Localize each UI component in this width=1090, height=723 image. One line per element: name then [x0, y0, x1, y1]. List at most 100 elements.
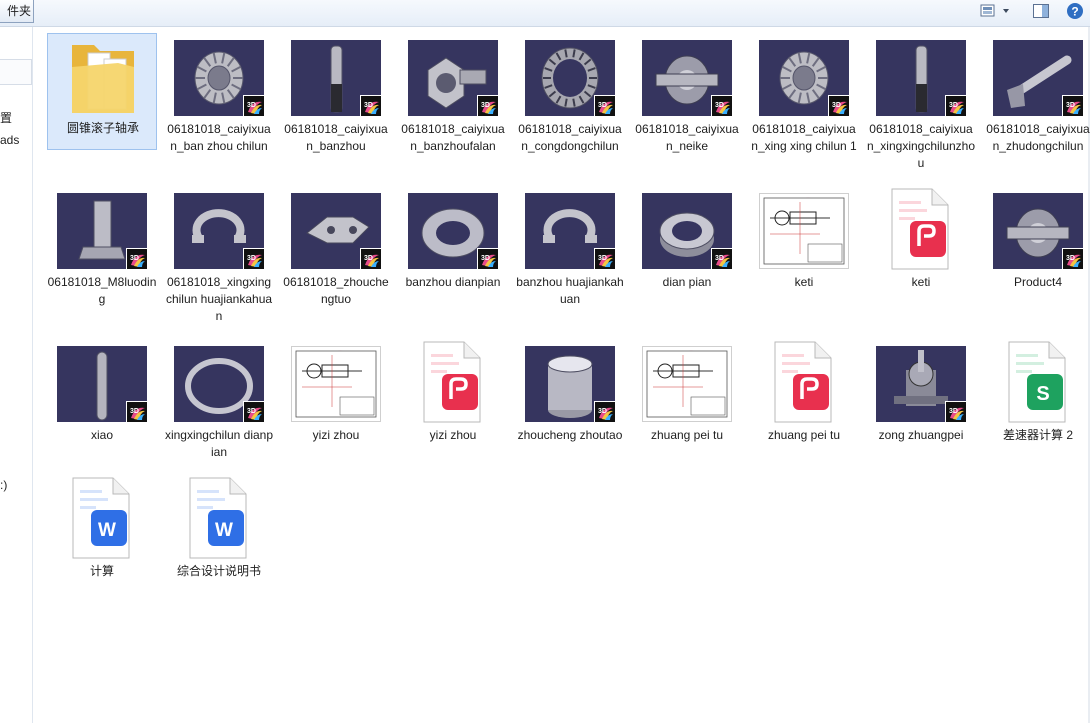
svg-text:3D: 3D	[715, 102, 724, 109]
svg-text:3D: 3D	[832, 102, 841, 109]
file-name-label: zhuang pei tu	[650, 428, 724, 442]
file-name-label: 06181018_caiyixuan_banzhoufalan	[401, 122, 505, 153]
pdf-file-icon	[876, 188, 966, 270]
new-folder-button[interactable]: 件夹	[0, 0, 34, 23]
cad-part-thumbnail: 3D	[993, 193, 1083, 269]
file-item[interactable]: W 计算	[47, 477, 157, 617]
nav-item-downloads[interactable]: ads	[0, 133, 19, 147]
file-item[interactable]: yizi zhou	[398, 341, 508, 481]
catia-badge-icon: 3D	[243, 401, 264, 422]
file-item[interactable]: 3D banzhou huajiankahuan	[515, 188, 625, 328]
file-name-label: 06181018_caiyixuan_neike	[635, 122, 739, 153]
cad-part-thumbnail: 3D	[174, 193, 264, 269]
file-item[interactable]: 3D banzhou dianpian	[398, 188, 508, 328]
view-options-icon	[979, 3, 1013, 22]
file-item[interactable]: 3D dian pian	[632, 188, 742, 328]
file-name-label: yizi zhou	[429, 428, 477, 442]
file-name-label: 06181018_zhouchengtuo	[283, 275, 389, 306]
file-item[interactable]: 3D zhuang pei tu	[632, 341, 742, 481]
cad-part-thumbnail: 3D	[642, 193, 732, 269]
file-item[interactable]: 3D 06181018_M8luoding	[47, 188, 157, 328]
file-name-label: dian pian	[662, 275, 712, 289]
catia-badge-icon: 3D	[711, 248, 732, 269]
nav-section-divider	[0, 59, 32, 85]
catia-badge-icon: 3D	[1062, 248, 1083, 269]
nav-item-settings[interactable]: 置	[0, 109, 12, 126]
nav-item-drive[interactable]: :)	[0, 478, 7, 492]
file-name-label: Product4	[1013, 275, 1063, 289]
cad-drawing-thumbnail: 3D	[642, 346, 732, 422]
file-name-label: keti	[911, 275, 931, 289]
cad-drawing-thumbnail: 3D	[291, 346, 381, 422]
pdf-file-icon	[408, 341, 498, 423]
file-name-label: zong zhuangpei	[878, 428, 964, 442]
file-item[interactable]: W 综合设计说明书	[164, 477, 274, 617]
cad-part-thumbnail: 3D	[876, 40, 966, 116]
file-item[interactable]: 3D 06181018_caiyixuan_ban zhou chilun	[164, 35, 274, 175]
svg-text:3D: 3D	[1066, 255, 1075, 262]
pdf-file-icon	[759, 341, 849, 423]
file-name-label: 计算	[89, 564, 114, 578]
file-item[interactable]: 3D 06181018_xingxingchilun huajiankahuan	[164, 188, 274, 328]
file-name-label: 圆锥滚子轴承	[66, 121, 139, 135]
svg-text:3D: 3D	[598, 255, 607, 262]
preview-pane-icon	[1032, 3, 1050, 22]
cad-part-thumbnail: 3D	[408, 40, 498, 116]
file-item[interactable]: 3D 06181018_caiyixuan_xing xing chilun 1	[749, 35, 859, 175]
file-item[interactable]: 3D xingxingchilun dianpian	[164, 341, 274, 481]
cad-part-thumbnail: 3D	[525, 193, 615, 269]
cad-part-thumbnail: 3D	[291, 40, 381, 116]
file-name-label: 06181018_caiyixuan_ban zhou chilun	[167, 122, 271, 153]
cad-part-thumbnail: 3D	[174, 346, 264, 422]
svg-text:3D: 3D	[364, 255, 373, 262]
file-item[interactable]: 3D 06181018_caiyixuan_congdongchilun	[515, 35, 625, 175]
cad-part-thumbnail: 3D	[642, 40, 732, 116]
catia-badge-icon: 3D	[477, 95, 498, 116]
file-item[interactable]: 3D 06181018_caiyixuan_banzhou	[281, 35, 391, 175]
file-name-label: yizi zhou	[312, 428, 360, 442]
file-item[interactable]: 3D yizi zhou	[281, 341, 391, 481]
catia-badge-icon: 3D	[360, 95, 381, 116]
folder-item[interactable]: 圆锥滚子轴承	[47, 33, 157, 150]
svg-text:3D: 3D	[949, 102, 958, 109]
cad-part-thumbnail: 3D	[525, 346, 615, 422]
file-item[interactable]: 3D 06181018_caiyixuan_banzhoufalan	[398, 35, 508, 175]
file-item[interactable]: keti	[866, 188, 976, 328]
file-item[interactable]: 3D 06181018_caiyixuan_zhudongchilun	[983, 35, 1090, 175]
folder-icon	[58, 39, 148, 115]
catia-badge-icon: 3D	[243, 95, 264, 116]
file-name-label: 06181018_M8luoding	[47, 275, 157, 306]
cad-part-thumbnail: 3D	[525, 40, 615, 116]
catia-badge-icon: 3D	[594, 248, 615, 269]
svg-text:3D: 3D	[247, 408, 256, 415]
catia-badge-icon: 3D	[126, 248, 147, 269]
word-document-icon: W	[174, 477, 264, 559]
view-options-button[interactable]	[976, 2, 1016, 22]
file-item[interactable]: 3D keti	[749, 188, 859, 328]
cad-part-thumbnail: 3D	[759, 40, 849, 116]
file-item[interactable]: 3D zhoucheng zhoutao	[515, 341, 625, 481]
catia-badge-icon: 3D	[828, 95, 849, 116]
catia-badge-icon: 3D	[477, 248, 498, 269]
svg-text:3D: 3D	[598, 102, 607, 109]
svg-text:W: W	[98, 520, 116, 541]
file-item[interactable]: 3D 06181018_caiyixuan_xingxingchilunzhou	[866, 35, 976, 175]
file-name-label: 差速器计算 2	[1002, 428, 1073, 442]
catia-badge-icon: 3D	[1062, 95, 1083, 116]
catia-badge-icon: 3D	[945, 95, 966, 116]
cad-part-thumbnail: 3D	[993, 40, 1083, 116]
svg-text:S: S	[1036, 383, 1049, 405]
file-item[interactable]: zhuang pei tu	[749, 341, 859, 481]
cad-drawing-thumbnail: 3D	[759, 193, 849, 269]
help-button[interactable]: ?	[1064, 2, 1086, 22]
preview-pane-button[interactable]	[1030, 2, 1052, 22]
file-item[interactable]: 3D 06181018_zhouchengtuo	[281, 188, 391, 328]
svg-text:3D: 3D	[364, 102, 373, 109]
file-item[interactable]: 3D 06181018_caiyixuan_neike	[632, 35, 742, 175]
file-item[interactable]: 3D zong zhuangpei	[866, 341, 976, 481]
file-name-label: 06181018_caiyixuan_xing xing chilun 1	[751, 122, 857, 153]
file-item[interactable]: 3D Product4	[983, 188, 1090, 328]
svg-text:3D: 3D	[949, 408, 958, 415]
file-item[interactable]: 3D xiao	[47, 341, 157, 481]
file-item[interactable]: S 差速器计算 2	[983, 341, 1090, 481]
